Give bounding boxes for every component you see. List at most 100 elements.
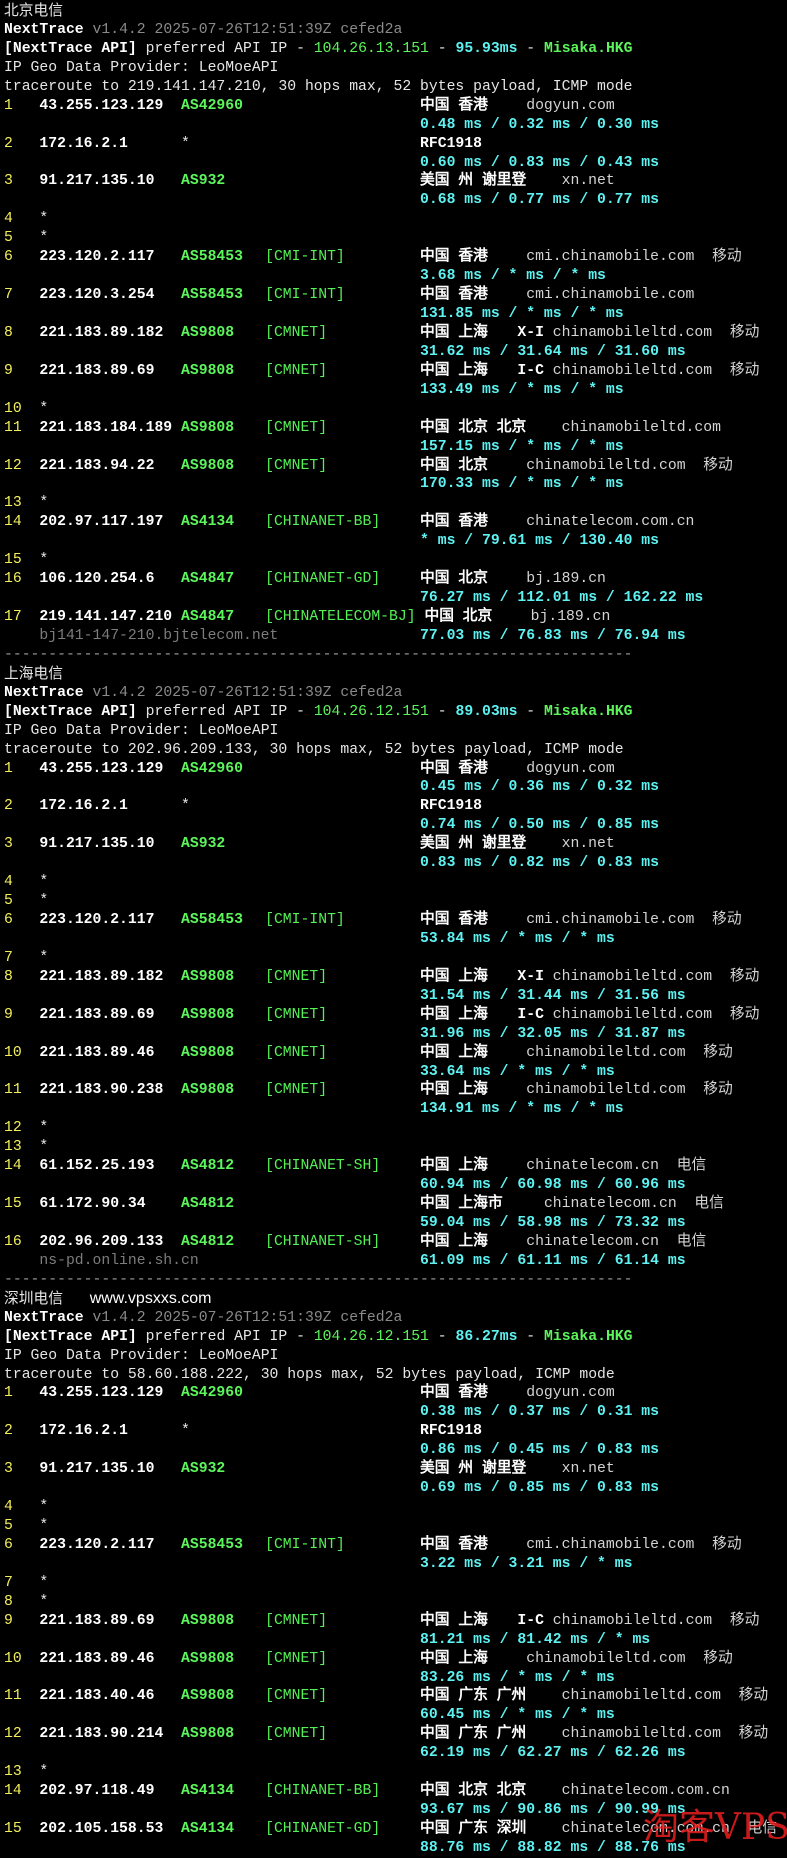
app-name: NextTrace (4, 684, 84, 701)
api-location: Misaka.HKG (544, 40, 633, 57)
hop-geo-group: 中国 上海 I-C chinamobileltd.com 移动 (420, 1006, 759, 1025)
hop-ip: * (39, 400, 49, 417)
hop-network-tag: [CHINANET-SH] (265, 1158, 381, 1175)
hop-asn: AS4847 (181, 609, 235, 625)
hop-ip: 91.217.135.10 (39, 173, 155, 190)
hop-latency-row: 3.68 ms / * ms / * ms (4, 267, 787, 286)
hop-latency: 59.04 ms / 58.98 ms / 73.32 ms (420, 1215, 686, 1231)
api-sep: - (517, 703, 544, 720)
hop-row: 8 * (4, 1593, 787, 1612)
hop-ip: 223.120.2.117 (39, 249, 155, 266)
hop-number: 9 (4, 1612, 13, 1629)
hop-row: 12 * (4, 1119, 787, 1138)
hop-hostname: chinamobileltd.com (561, 1688, 721, 1705)
geo-provider: IP Geo Data Provider: LeoMoeAPI (4, 722, 279, 739)
hop-asn: AS58453 (181, 1536, 243, 1553)
hop-network-tag: [CMI-INT] (265, 912, 345, 928)
hop-network-tag: [CMNET] (265, 362, 328, 379)
hop-latency: 61.09 ms / 61.11 ms / 61.14 ms (420, 1252, 686, 1269)
hop-geo: 美国 州 谢里登 (420, 836, 527, 853)
hop-latency-row: 31.96 ms / 32.05 ms / 31.87 ms (4, 1025, 787, 1044)
hop-geo-group: 中国 上海 X-I chinamobileltd.com 移动 (420, 968, 759, 987)
hop-asn: * (181, 135, 190, 152)
hop-ip: 202.97.118.49 (39, 1783, 155, 1800)
hop-ip: * (39, 230, 49, 247)
hop-hostname: chinamobileltd.com (552, 324, 713, 341)
hop-number: 4 (4, 211, 13, 228)
hop-number: 5 (4, 893, 13, 910)
hop-geo-group: 中国 北京 chinamobileltd.com 移动 (420, 457, 733, 476)
hop-geo-group: RFC1918 (420, 135, 482, 154)
separator: ----------------------------------------… (4, 1271, 633, 1288)
hop-geo: 中国 上海 (420, 1006, 488, 1023)
hop-row: 3 91.217.135.10 AS932 美国 州 谢里登 xn.net (4, 172, 787, 191)
hop-geo-group: 中国 香港 chinatelecom.com.cn (420, 513, 694, 532)
hop-number: 8 (4, 324, 13, 341)
hop-latency: 62.19 ms / 62.27 ms / 62.26 ms (420, 1745, 686, 1762)
hop-network-tag: [CMNET] (265, 1044, 328, 1061)
hop-ip: 221.183.90.238 (39, 1082, 164, 1099)
hop-row: 10 221.183.89.46 AS9808 [CMNET] 中国 上海 chinam… (4, 1650, 787, 1669)
hop-ip: 172.16.2.1 (39, 798, 128, 815)
hop-geo-group: 美国 州 谢里登 xn.net (420, 172, 615, 191)
hop-hostname: chinamobileltd.com (552, 362, 713, 379)
hop-row: 16 106.120.254.6 AS4847 [CHINANET-GD] 中国 北京 … (4, 570, 787, 589)
hop-number: 2 (4, 135, 13, 152)
hop-latency-row: 31.62 ms / 31.64 ms / 31.60 ms (4, 343, 787, 362)
hop-hostname: chinamobileltd.com (526, 1044, 686, 1061)
hop-latency-row: 60.45 ms / * ms / * ms (4, 1706, 787, 1725)
app-name: NextTrace (4, 1309, 84, 1326)
hop-ip: 202.96.209.133 (39, 1233, 164, 1250)
hop-latency-row: 60.94 ms / 60.98 ms / 60.96 ms (4, 1176, 787, 1195)
hop-latency-row: 0.74 ms / 0.50 ms / 0.85 ms (4, 816, 787, 835)
hop-latency: * ms / 79.61 ms / 130.40 ms (420, 533, 660, 550)
hop-latency-row: ns-pd.online.sh.cn 61.09 ms / 61.11 ms / … (4, 1252, 787, 1271)
hop-row: 4 * (4, 1498, 787, 1517)
hop-geo: 中国 上海 (420, 1158, 488, 1175)
hop-geo: 中国 北京 (420, 571, 488, 588)
hop-ip: * (39, 1518, 49, 1534)
hop-geo: 中国 北京 北京 (420, 1783, 527, 1800)
hop-latency-row: 134.91 ms / * ms / * ms (4, 1100, 787, 1119)
hop-number: 7 (4, 949, 13, 966)
hop-network-tag: [CHINANET-SH] (265, 1233, 381, 1250)
hop-latency-row: 170.33 ms / * ms / * ms (4, 475, 787, 494)
section-title: 上海电信 (4, 664, 63, 682)
hop-ip: * (39, 552, 49, 569)
api-line: [NextTrace API] preferred API IP - 104.2… (4, 40, 787, 59)
hop-geo: 中国 香港 (420, 514, 488, 531)
hop-isp: 移动 (712, 912, 742, 928)
hop-number: 14 (4, 1783, 22, 1800)
geo-provider: IP Geo Data Provider: LeoMoeAPI (4, 1347, 279, 1364)
hop-row: 11 221.183.40.46 AS9808 [CMNET] 中国 广东 广州 chi… (4, 1687, 787, 1706)
hop-ip: 43.255.123.129 (39, 760, 164, 777)
hop-geo: 中国 广东 广州 (420, 1726, 527, 1743)
hop-row: 1 43.255.123.129 AS42960 中国 香港 dogyun.com (4, 760, 787, 779)
hop-geo: RFC1918 (420, 1423, 482, 1440)
api-sep: - (517, 40, 544, 57)
api-latency: 95.93ms (455, 40, 518, 57)
traceroute-line: traceroute to 219.141.147.210, 30 hops m… (4, 78, 787, 97)
hop-ip: * (39, 1120, 49, 1137)
hop-ip: 172.16.2.1 (39, 135, 128, 152)
hop-network-tag: [CMNET] (265, 324, 328, 341)
version-line: NextTrace v1.4.2 2025-07-26T12:51:39Z ce… (4, 684, 787, 703)
hop-network-tag: [CMNET] (265, 1612, 328, 1629)
hop-isp: 移动 (703, 457, 733, 474)
api-sep: - (428, 703, 456, 720)
hop-ip: 91.217.135.10 (39, 1461, 155, 1478)
hop-geo-group: 中国 广东 广州 chinamobileltd.com 移动 (420, 1725, 768, 1744)
hop-asn: AS9808 (181, 324, 235, 341)
hop-number: 1 (4, 1385, 13, 1402)
hop-geo: 中国 上海 (420, 968, 488, 985)
hop-asn: AS42960 (181, 97, 243, 114)
hop-number: 3 (4, 173, 13, 190)
hop-geo: 中国 香港 (420, 97, 488, 114)
hop-ip: * (39, 211, 49, 228)
traceroute-header: traceroute to 58.60.188.222, 30 hops max… (4, 1366, 615, 1383)
hop-number: 6 (4, 249, 13, 266)
api-ip: 104.26.12.151 (313, 1328, 429, 1345)
hop-latency: 31.96 ms / 32.05 ms / 31.87 ms (420, 1025, 686, 1042)
hop-ip: 221.183.89.46 (39, 1650, 155, 1667)
hop-latency-row: 76.27 ms / 112.01 ms / 162.22 ms (4, 589, 787, 608)
